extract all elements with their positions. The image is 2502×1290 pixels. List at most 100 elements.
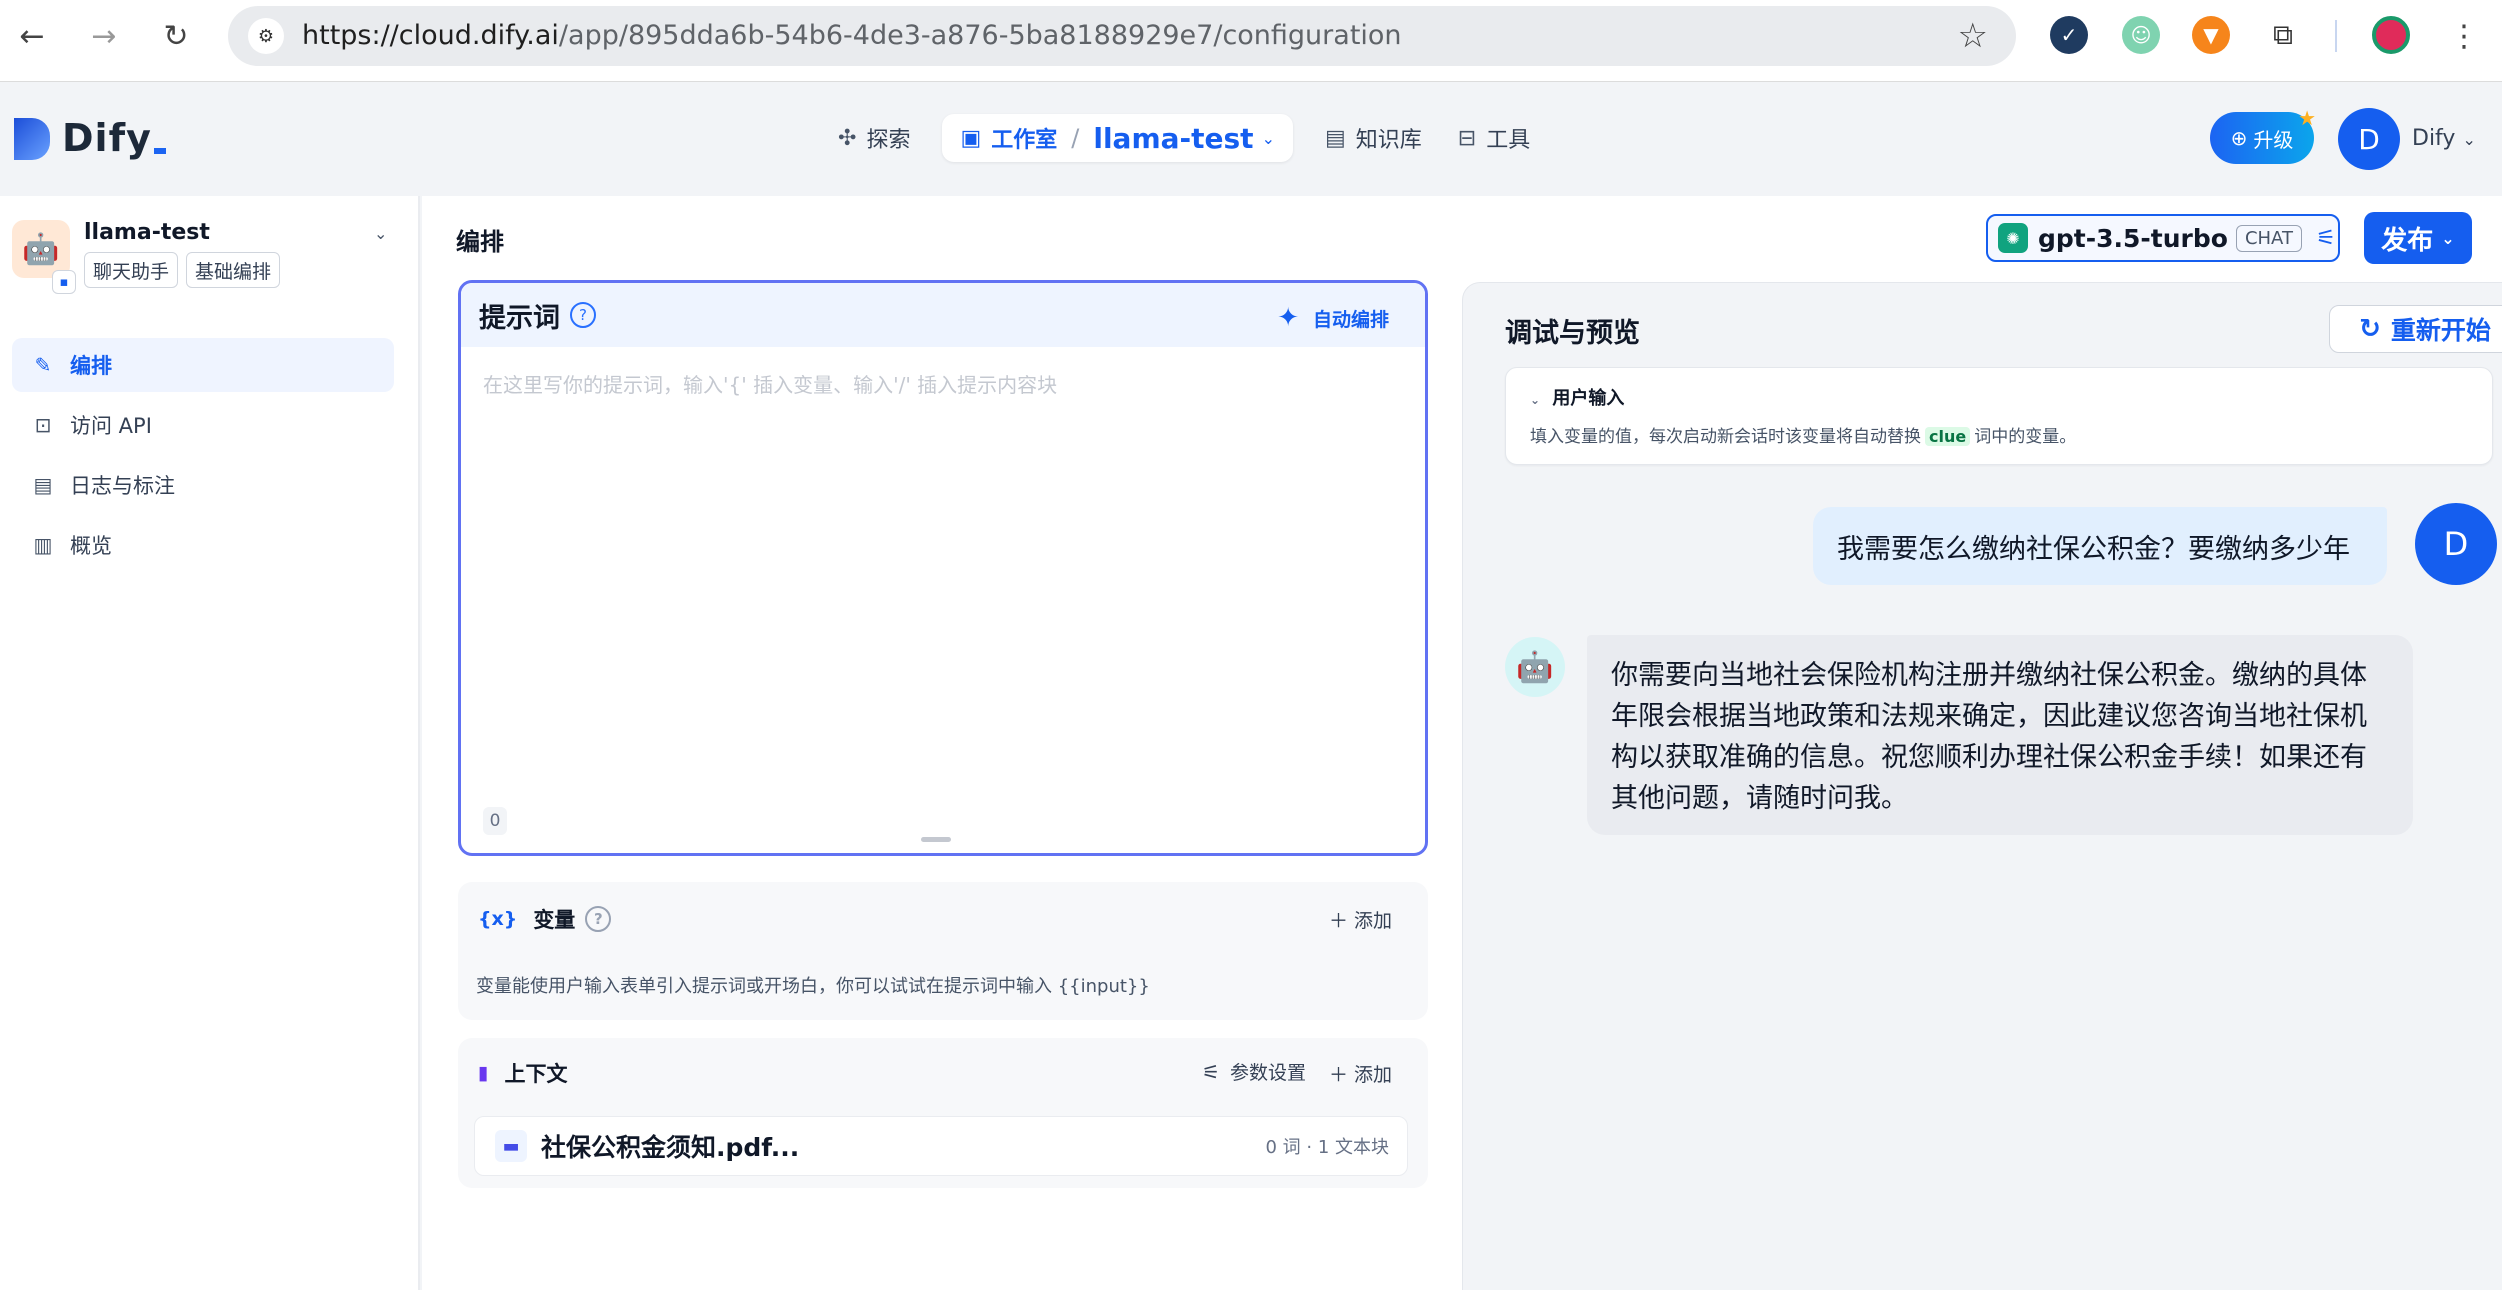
- reload-icon[interactable]: ↻: [154, 14, 198, 58]
- restart-label: 重新开始: [2390, 316, 2491, 345]
- current-app-name[interactable]: llama-test: [1093, 122, 1253, 155]
- dify-logo[interactable]: Dify: [14, 116, 166, 160]
- resize-handle[interactable]: [921, 837, 951, 842]
- model-settings-icon[interactable]: ⚟: [2316, 226, 2336, 251]
- prompt-input[interactable]: 在这里写你的提示词，输入'{' 插入变量、输入'/' 插入提示内容块: [483, 369, 1057, 398]
- retrieval-settings-button[interactable]: ⚟ 参数设置: [1202, 1058, 1306, 1085]
- app-type-badge-icon: ▪: [52, 270, 76, 294]
- extensions-puzzle-icon[interactable]: ⧉: [2264, 16, 2302, 54]
- extension-fox-icon[interactable]: ▼: [2192, 16, 2230, 54]
- url-text[interactable]: https://cloud.dify.ai/app/895dda6b-54b6-…: [302, 20, 1402, 51]
- chat-user-avatar: D: [2415, 503, 2497, 585]
- profile-icon[interactable]: [2372, 16, 2410, 54]
- debug-preview-panel: 调试与预览 ↻ 重新开始 ⌄ 用户输入 填入变量的值，每次启动新会话时该变量将自…: [1462, 282, 2502, 1290]
- prompt-char-count: 0: [483, 807, 507, 835]
- sidebar-app-name[interactable]: llama-test: [84, 220, 210, 245]
- model-selector[interactable]: ✺ gpt-3.5-turbo CHAT ⚟: [1986, 214, 2340, 262]
- context-card: ▮ 上下文 ⚟ 参数设置 ＋ 添加 ▬ 社保公积金须知.pdf... 0 词 ·…: [458, 1038, 1428, 1188]
- extension-check-icon[interactable]: ✓: [2050, 16, 2088, 54]
- chevron-down-icon[interactable]: ⌄: [1262, 129, 1275, 148]
- context-header: ▮ 上下文: [478, 1058, 567, 1088]
- add-context-button[interactable]: ＋ 添加: [1329, 1060, 1392, 1087]
- address-bar[interactable]: ⚙ https://cloud.dify.ai/app/895dda6b-54b…: [228, 6, 2016, 66]
- sidebar-item-logs[interactable]: ▤ 日志与标注: [12, 458, 394, 512]
- dataset-meta: 0 词 · 1 文本块: [1265, 1137, 1389, 1158]
- bot-robot-icon: 🤖: [1505, 637, 1565, 697]
- sidebar-item-overview[interactable]: ▥ 概览: [12, 518, 394, 572]
- tools-icon: ⊟: [1457, 125, 1477, 151]
- variables-description: 变量能使用户输入表单引入提示词或开场白，你可以试试在提示词中输入 {{input…: [476, 976, 1150, 997]
- variables-header: {x} 变量 ?: [478, 904, 612, 934]
- app-mode-tag: 基础编排: [186, 252, 281, 288]
- model-mode-badge: CHAT: [2235, 224, 2302, 252]
- url-host: https://cloud.dify.ai: [302, 20, 559, 51]
- help-icon[interactable]: ?: [570, 302, 596, 328]
- upgrade-button[interactable]: ⊕ 升级 ★: [2210, 106, 2316, 164]
- user-input-card[interactable]: ⌄ 用户输入 填入变量的值，每次启动新会话时该变量将自动替换 clue 词中的变量。: [1505, 367, 2493, 465]
- main-panel: 编排 ✺ gpt-3.5-turbo CHAT ⚟ 发布 ⌄ 提示词 ? ✦ 自…: [422, 196, 2502, 1290]
- variable-icon: {x}: [478, 908, 518, 930]
- logo-mark-icon: [14, 118, 50, 160]
- retrieval-settings-label: 参数设置: [1229, 1062, 1306, 1084]
- user-input-description: 填入变量的值，每次启动新会话时该变量将自动替换 clue 词中的变量。: [1530, 422, 2076, 447]
- nav-knowledge[interactable]: ▤ 知识库: [1307, 114, 1440, 162]
- nav-knowledge-label: 知识库: [1355, 128, 1422, 153]
- chevron-down-icon: ⌄: [2441, 228, 2455, 248]
- nav-studio-label: 工作室: [991, 128, 1058, 153]
- nav-studio[interactable]: ▣ 工作室 / llama-test ⌄: [942, 114, 1293, 162]
- upgrade-icon: ⊕: [2230, 126, 2248, 150]
- sparkle-icon: ★: [2298, 106, 2316, 130]
- browser-menu-icon[interactable]: ⋮: [2442, 14, 2486, 58]
- user-input-title: 用户输入: [1552, 388, 1625, 409]
- user-menu[interactable]: Dify ⌄: [2412, 126, 2476, 151]
- extension-cat-icon[interactable]: ☺: [2122, 16, 2160, 54]
- bot-message-text: 你需要向当地社会保险机构注册并缴纳社保公积金。缴纳的具体年限会根据当地政策和法规…: [1611, 660, 2367, 814]
- nav-explore[interactable]: ✣ 探索: [820, 114, 928, 162]
- sidebar: 🤖 ▪ llama-test ⌄ 聊天助手 基础编排 ✎ 编排 ⊡ 访问 API…: [0, 196, 420, 1290]
- add-variable-button[interactable]: ＋ 添加: [1329, 906, 1392, 933]
- auto-edit-button[interactable]: ✦ 自动编排: [1277, 303, 1389, 333]
- breadcrumb-separator: /: [1071, 124, 1080, 152]
- publish-label: 发布: [2381, 225, 2434, 256]
- toolbar-divider: [2335, 20, 2337, 52]
- dataset-item[interactable]: ▬ 社保公积金须知.pdf... 0 词 · 1 文本块: [474, 1116, 1408, 1176]
- app-type-tag: 聊天助手: [84, 252, 179, 288]
- dataset-name: 社保公积金须知.pdf...: [541, 1133, 800, 1162]
- nav-tools[interactable]: ⊟ 工具: [1440, 114, 1548, 162]
- variables-title: 变量: [533, 908, 576, 932]
- refresh-icon: ↻: [2359, 314, 2381, 344]
- user-name: Dify: [2412, 126, 2456, 151]
- page-title: 编排: [456, 228, 504, 256]
- site-settings-icon[interactable]: ⚙: [248, 18, 284, 54]
- logo-text: Dify: [62, 116, 152, 160]
- model-name: gpt-3.5-turbo: [2038, 223, 2228, 253]
- sidebar-item-label: 编排: [70, 354, 112, 378]
- forward-icon[interactable]: →: [82, 14, 126, 58]
- publish-button[interactable]: 发布 ⌄: [2364, 212, 2472, 264]
- variables-card: {x} 变量 ? ＋ 添加 变量能使用户输入表单引入提示词或开场白，你可以试试在…: [458, 882, 1428, 1020]
- user-message-bubble: 我需要怎么缴纳社保公积金？要缴纳多少年: [1813, 507, 2387, 585]
- log-icon: ▤: [33, 473, 53, 497]
- help-icon[interactable]: ?: [585, 906, 612, 932]
- user-input-desc-text: 词中的变量。: [1974, 427, 2077, 447]
- sidebar-item-orchestrate[interactable]: ✎ 编排: [12, 338, 394, 392]
- explore-icon: ✣: [838, 125, 857, 151]
- sidebar-item-label: 日志与标注: [70, 474, 175, 498]
- logo-underscore: [153, 148, 166, 154]
- bookmark-star-icon[interactable]: ☆: [1958, 16, 1988, 56]
- restart-button[interactable]: ↻ 重新开始: [2329, 305, 2502, 353]
- bot-message-bubble: 你需要向当地社会保险机构注册并缴纳社保公积金。缴纳的具体年限会根据当地政策和法规…: [1587, 635, 2413, 835]
- sidebar-item-api[interactable]: ⊡ 访问 API: [12, 398, 394, 452]
- user-avatar[interactable]: D: [2338, 108, 2400, 170]
- nav-explore-label: 探索: [866, 128, 911, 153]
- sparkles-icon: ✦: [1277, 303, 1299, 333]
- back-icon[interactable]: ←: [10, 14, 54, 58]
- user-input-header[interactable]: ⌄ 用户输入: [1530, 384, 1624, 410]
- app-menu-chevron-icon[interactable]: ⌄: [374, 224, 387, 243]
- terminal-icon: ⊡: [34, 413, 52, 437]
- prompt-header: 提示词 ? ✦ 自动编排: [461, 283, 1425, 347]
- user-message-text: 我需要怎么缴纳社保公积金？要缴纳多少年: [1837, 533, 2350, 565]
- sidebar-menu: ✎ 编排 ⊡ 访问 API ▤ 日志与标注 ▥ 概览: [12, 338, 394, 578]
- user-input-desc-text: 填入变量的值，每次启动新会话时该变量将自动替换: [1530, 427, 1921, 447]
- chart-icon: ▥: [33, 533, 53, 557]
